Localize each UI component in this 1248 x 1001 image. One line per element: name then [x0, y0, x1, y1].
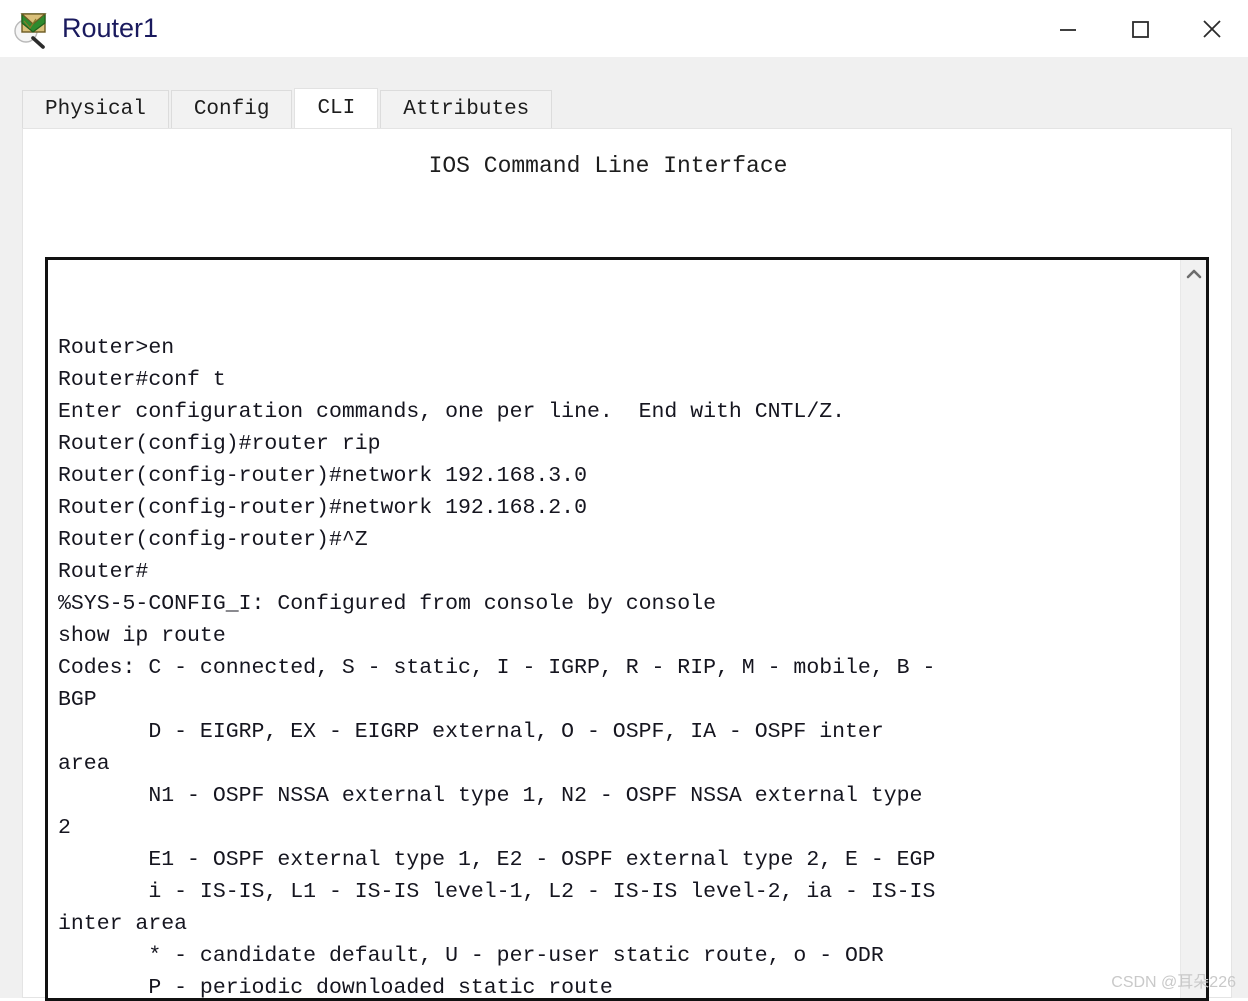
cli-heading: IOS Command Line Interface: [428, 153, 788, 179]
cli-terminal[interactable]: Router>en Router#conf t Enter configuratio…: [45, 257, 1209, 1001]
cli-line: N1 - OSPF NSSA external type 1, N2 - OSP…: [58, 784, 923, 808]
cli-line: Router(config-router)#network 192.168.3.…: [58, 464, 587, 488]
cli-line: Router(config-router)#^Z: [58, 528, 368, 552]
tab-strip: Physical Config CLI Attributes: [22, 88, 554, 128]
window-title: Router1: [62, 13, 159, 43]
tab-physical[interactable]: Physical: [22, 90, 169, 128]
cli-line: Router#: [58, 560, 149, 584]
window-controls: [1032, 0, 1248, 57]
cli-line: [58, 300, 1163, 332]
cli-line: i - IS-IS, L1 - IS-IS level-1, L2 - IS-I…: [58, 880, 936, 904]
chevron-up-icon[interactable]: [1181, 260, 1206, 288]
cli-line: area: [58, 752, 110, 776]
cli-tab-content: IOS Command Line Interface Router>en Rout…: [22, 128, 1232, 1001]
cli-line: show ip route: [58, 624, 226, 648]
tab-config-label: Config: [193, 98, 270, 121]
minimize-icon[interactable]: [1032, 0, 1104, 57]
tab-cli-label: CLI: [317, 97, 356, 120]
cli-line: 2: [58, 816, 71, 840]
close-icon[interactable]: [1176, 0, 1248, 57]
tab-attributes-label: Attributes: [403, 98, 530, 121]
cli-line: P - periodic downloaded static route: [58, 976, 613, 1000]
cli-terminal-output: Router>en Router#conf t Enter configuratio…: [58, 268, 1163, 1000]
maximize-icon[interactable]: [1104, 0, 1176, 57]
inspect-magnifier-icon: [10, 9, 50, 49]
cli-line: E1 - OSPF external type 1, E2 - OSPF ext…: [58, 848, 936, 872]
cli-line: Router(config)#router rip: [58, 432, 381, 456]
device-panel: Physical Config CLI Attributes IOS Comma…: [0, 57, 1248, 1001]
cli-line: BGP: [58, 688, 97, 712]
cli-line: Codes: C - connected, S - static, I - IG…: [58, 656, 936, 680]
cli-line: %SYS-5-CONFIG_I: Configured from console…: [58, 592, 717, 616]
cli-line: Router(config-router)#network 192.168.2.…: [58, 496, 587, 520]
title-bar: Router1: [0, 0, 1248, 57]
cli-line: Router#conf t: [58, 368, 226, 392]
tab-cli[interactable]: CLI: [294, 88, 379, 128]
tab-config[interactable]: Config: [170, 90, 293, 128]
cli-line: Router>en: [58, 336, 175, 360]
router-cli-window: Router1 Physical Config CLI Attributes I…: [0, 0, 1248, 1001]
cli-scrollbar[interactable]: [1180, 260, 1206, 998]
cli-line: [58, 268, 1163, 300]
tab-physical-label: Physical: [45, 98, 146, 121]
cli-line: Enter configuration commands, one per li…: [58, 400, 846, 424]
cli-line: inter area: [58, 912, 188, 936]
cli-line: D - EIGRP, EX - EIGRP external, O - OSPF…: [58, 720, 884, 744]
cli-line: * - candidate default, U - per-user stat…: [58, 944, 884, 968]
watermark: CSDN @耳朵226: [1111, 974, 1236, 991]
tab-attributes[interactable]: Attributes: [380, 90, 553, 128]
